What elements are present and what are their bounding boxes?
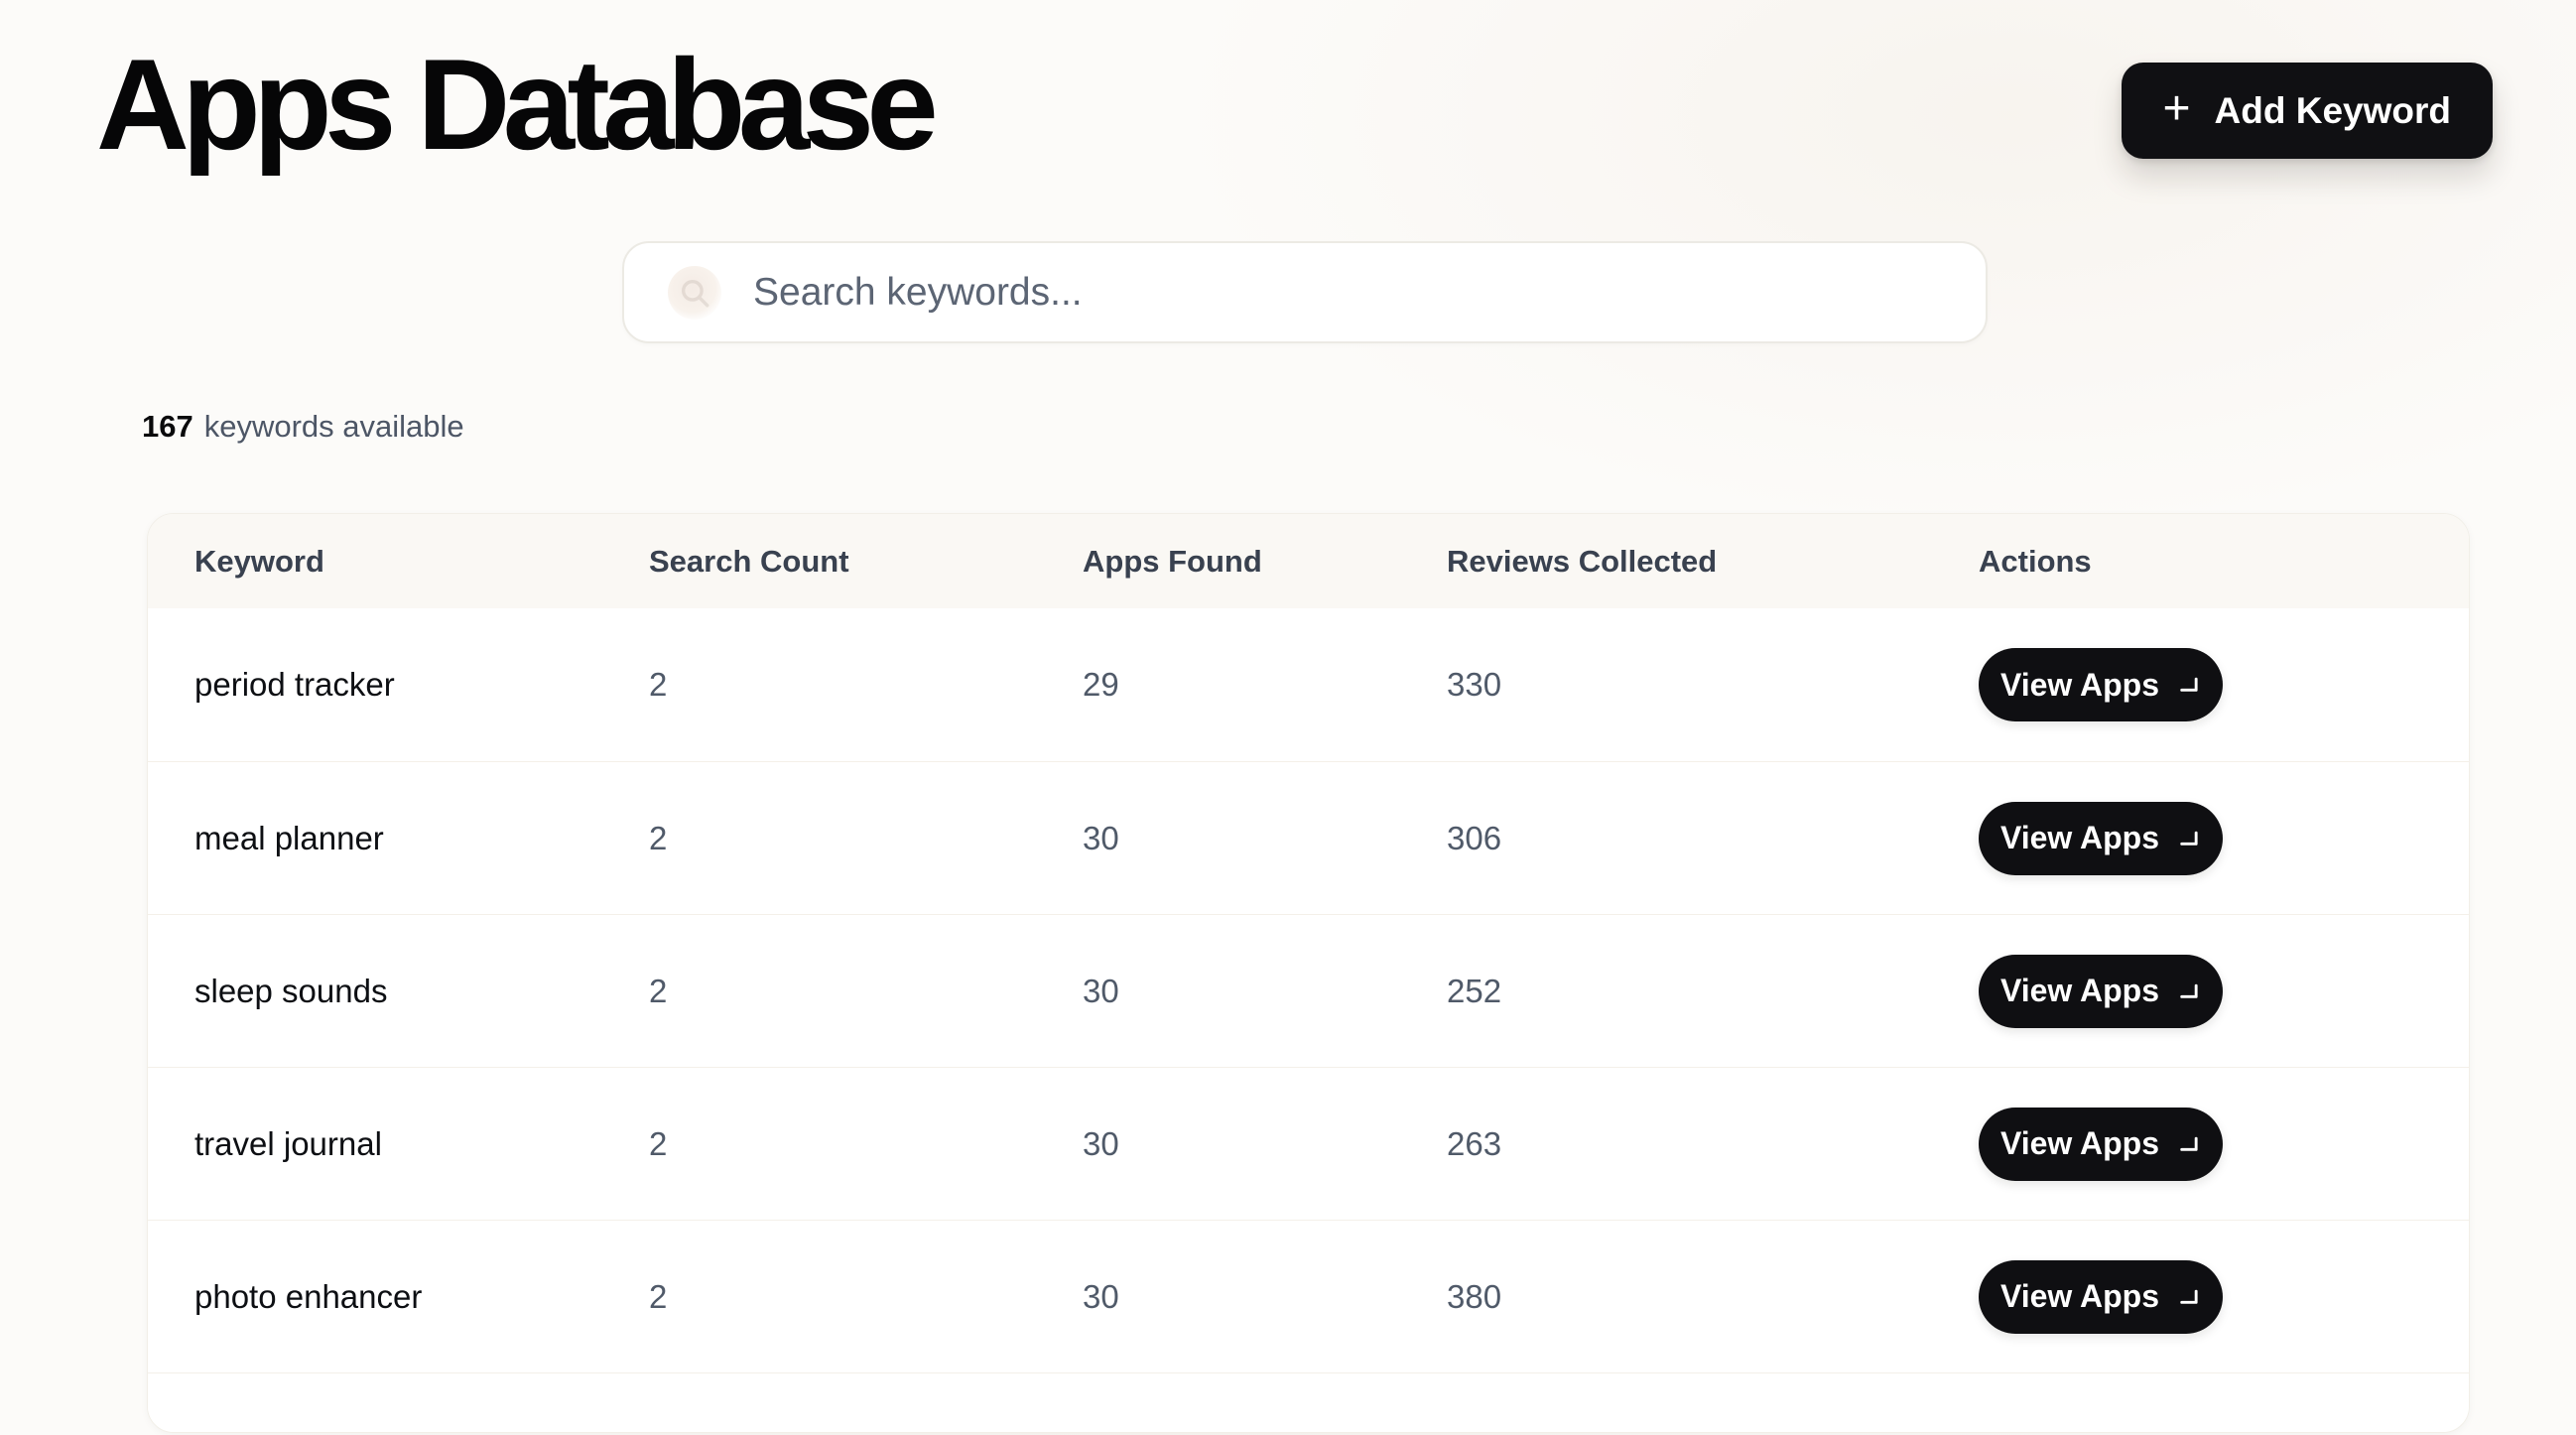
cell-reviews-collected: 330 <box>1447 666 1979 704</box>
view-apps-button[interactable]: View Apps <box>1979 648 2223 721</box>
keywords-count-label: keywords available <box>204 407 464 447</box>
top-bar: Apps Database + Add Keyword <box>0 0 2576 169</box>
cell-keyword: photo enhancer <box>194 1278 649 1316</box>
cell-search-count: 2 <box>649 666 1083 704</box>
table-row: photo enhancer 2 30 380 View Apps <box>148 1220 2469 1372</box>
return-corner-icon <box>2178 831 2201 850</box>
cell-reviews-collected: 263 <box>1447 1125 1979 1163</box>
table-header-row: Keyword Search Count Apps Found Reviews … <box>148 514 2469 608</box>
column-header-search-count: Search Count <box>649 544 1083 580</box>
return-corner-icon <box>2178 1289 2201 1309</box>
search-icon <box>668 266 721 320</box>
return-corner-icon <box>2178 677 2201 697</box>
keywords-count-value: 167 <box>142 407 193 447</box>
view-apps-button[interactable]: View Apps <box>1979 1260 2223 1334</box>
view-apps-label: View Apps <box>2000 973 2159 1009</box>
view-apps-label: View Apps <box>2000 1125 2159 1162</box>
view-apps-label: View Apps <box>2000 1278 2159 1315</box>
cell-apps-found: 29 <box>1083 666 1447 704</box>
add-keyword-label: Add Keyword <box>2215 90 2451 132</box>
view-apps-label: View Apps <box>2000 820 2159 856</box>
view-apps-button[interactable]: View Apps <box>1979 802 2223 875</box>
plus-icon: + <box>2163 85 2191 133</box>
table-row: sleep sounds 2 30 252 View Apps <box>148 914 2469 1067</box>
return-corner-icon <box>2178 983 2201 1003</box>
table-body: period tracker 2 29 330 View Apps meal p… <box>148 608 2469 1372</box>
cell-keyword: sleep sounds <box>194 973 649 1010</box>
table-row: meal planner 2 30 306 View Apps <box>148 761 2469 914</box>
cell-keyword: period tracker <box>194 666 649 704</box>
column-header-reviews-collected: Reviews Collected <box>1447 544 1979 580</box>
column-header-actions: Actions <box>1979 544 2470 580</box>
cell-apps-found: 30 <box>1083 820 1447 857</box>
cell-search-count: 2 <box>649 1278 1083 1316</box>
page-title: Apps Database <box>96 40 931 169</box>
cell-apps-found: 30 <box>1083 973 1447 1010</box>
column-header-apps-found: Apps Found <box>1083 544 1447 580</box>
table-row: period tracker 2 29 330 View Apps <box>148 608 2469 761</box>
search-section <box>622 241 2576 343</box>
add-keyword-button[interactable]: + Add Keyword <box>2122 63 2494 159</box>
keywords-table: Keyword Search Count Apps Found Reviews … <box>147 513 2470 1433</box>
cell-reviews-collected: 380 <box>1447 1278 1979 1316</box>
cell-reviews-collected: 306 <box>1447 820 1979 857</box>
cell-apps-found: 30 <box>1083 1278 1447 1316</box>
column-header-keyword: Keyword <box>194 544 649 580</box>
return-corner-icon <box>2178 1136 2201 1156</box>
search-box[interactable] <box>622 241 1988 343</box>
view-apps-button[interactable]: View Apps <box>1979 1108 2223 1181</box>
view-apps-label: View Apps <box>2000 667 2159 704</box>
search-keywords-input[interactable] <box>753 243 1986 341</box>
cell-search-count: 2 <box>649 973 1083 1010</box>
cell-reviews-collected: 252 <box>1447 973 1979 1010</box>
cell-keyword: meal planner <box>194 820 649 857</box>
cell-search-count: 2 <box>649 1125 1083 1163</box>
cell-keyword: travel journal <box>194 1125 649 1163</box>
cell-search-count: 2 <box>649 820 1083 857</box>
keywords-count: 167 keywords available <box>142 407 2576 447</box>
table-row: travel journal 2 30 263 View Apps <box>148 1067 2469 1220</box>
view-apps-button[interactable]: View Apps <box>1979 955 2223 1028</box>
cell-apps-found: 30 <box>1083 1125 1447 1163</box>
table-row-partial <box>148 1372 2469 1432</box>
